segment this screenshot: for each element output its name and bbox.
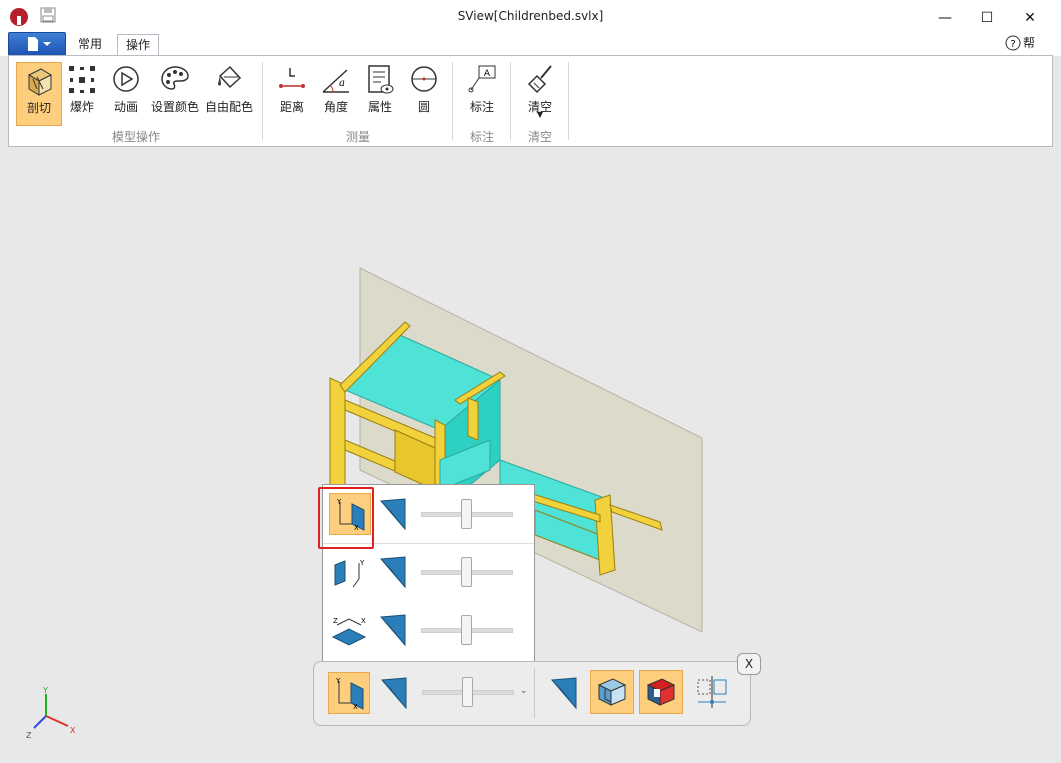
plane-yz-button[interactable]: Y <box>329 553 369 593</box>
set-color-button[interactable]: 设置颜色 <box>150 62 200 124</box>
annotate-button[interactable]: A 标注 <box>464 62 500 124</box>
group-measure: 测量 <box>345 130 370 144</box>
section-box-icon <box>597 678 627 706</box>
plane-yx-slider-thumb[interactable] <box>461 499 472 529</box>
distance-button[interactable]: 距离 <box>274 62 310 124</box>
selection-highlight <box>318 487 374 549</box>
svg-text:A: A <box>484 69 491 79</box>
circle-button[interactable]: 圆 <box>406 62 442 124</box>
plane-select-button[interactable]: YX <box>328 672 370 714</box>
svg-text:X: X <box>361 617 366 625</box>
section-align-button[interactable] <box>694 672 730 715</box>
group-annotate: 标注 <box>469 130 494 144</box>
palette-icon <box>161 66 189 90</box>
wedge-icon <box>379 614 406 647</box>
clear-dropdown-arrow-icon[interactable]: ▼ <box>522 110 558 119</box>
ribbon-tab-bar <box>0 32 1061 56</box>
wedge-icon <box>550 677 577 710</box>
explode-icon <box>69 66 95 93</box>
show-section-button[interactable] <box>590 670 634 714</box>
animate-icon <box>113 66 139 92</box>
plane-yx-icon: YX <box>335 677 364 711</box>
animate-label: 动画 <box>113 100 138 114</box>
svg-text:Y: Y <box>359 559 365 567</box>
circle-icon <box>411 66 437 92</box>
reverse-plane-button[interactable] <box>379 611 409 650</box>
section-button[interactable]: 剖切 <box>16 62 62 126</box>
reverse-plane-button[interactable] <box>379 495 409 534</box>
close-window-button[interactable]: ✕ <box>1015 8 1045 28</box>
group-separator <box>510 62 511 140</box>
circle-label: 圆 <box>417 100 430 114</box>
reverse-plane-button[interactable] <box>380 674 410 713</box>
window-title: SView[Childrenbed.svlx] <box>457 9 604 23</box>
group-clear: 清空 <box>527 130 552 144</box>
svg-text:a: a <box>339 78 345 89</box>
plane-row-yz: Y <box>323 543 534 601</box>
maximize-button[interactable]: ☐ <box>972 8 1002 28</box>
property-label: 属性 <box>367 100 392 114</box>
plane-yz-icon: Y <box>334 559 365 588</box>
minimize-button[interactable]: — <box>930 8 960 28</box>
property-icon <box>368 65 394 94</box>
wedge-icon <box>380 677 407 710</box>
svg-text:X: X <box>353 703 358 711</box>
wedge-icon <box>379 498 406 531</box>
toolbar-slider-thumb[interactable] <box>462 677 473 707</box>
property-button[interactable]: 属性 <box>362 62 398 124</box>
group-model-ops: 模型操作 <box>111 130 160 144</box>
section-toolbar: YX ⌄ <box>313 661 751 726</box>
section-align-icon <box>697 676 727 708</box>
svg-text:Z: Z <box>333 617 338 625</box>
angle-icon: a <box>322 69 349 93</box>
free-color-label: 自由配色 <box>204 100 253 114</box>
annotation-icon: A <box>468 65 496 93</box>
tab-operate[interactable]: 操作 <box>117 34 160 57</box>
cap-face-button[interactable] <box>550 674 580 713</box>
clear-button[interactable]: 清空 ▼ <box>522 62 558 124</box>
file-menu-icon <box>28 37 51 51</box>
plane-yz-slider-thumb[interactable] <box>461 557 472 587</box>
plane-zx-icon: ZX <box>331 617 367 646</box>
axis-z-label: Z <box>26 731 32 740</box>
explode-button[interactable]: 爆炸 <box>64 62 100 124</box>
help-icon: ? <box>1005 35 1021 51</box>
distance-icon <box>279 68 305 88</box>
plane-dropdown-chevron-icon[interactable]: ⌄ <box>520 686 528 696</box>
group-separator <box>262 62 263 140</box>
filled-section-icon <box>646 678 676 706</box>
angle-button[interactable]: a 角度 <box>318 62 354 124</box>
animate-button[interactable]: 动画 <box>108 62 144 124</box>
plane-row-zx: ZX <box>323 601 534 659</box>
tab-common[interactable]: 常用 <box>70 34 110 55</box>
angle-label: 角度 <box>323 100 348 114</box>
toolbar-separator <box>534 668 535 718</box>
broom-icon <box>527 65 552 94</box>
file-menu-button[interactable] <box>8 32 66 56</box>
plane-zx-slider-thumb[interactable] <box>461 615 472 645</box>
set-color-label: 设置颜色 <box>150 100 199 114</box>
svg-text:?: ? <box>1010 39 1015 50</box>
distance-label: 距离 <box>279 100 304 114</box>
wedge-icon <box>379 556 406 589</box>
axis-x-label: X <box>70 726 76 735</box>
annotate-label: 标注 <box>469 100 494 114</box>
svg-text:Y: Y <box>335 677 341 685</box>
axis-triad-icon: Y X Z <box>26 686 76 740</box>
section-icon <box>27 68 53 96</box>
plane-zx-button[interactable]: ZX <box>329 611 369 651</box>
free-color-button[interactable]: 自由配色 <box>204 62 254 124</box>
close-toolbar-button[interactable]: X <box>737 653 761 675</box>
section-label: 剖切 <box>26 101 51 115</box>
paint-bucket-icon <box>218 65 242 89</box>
explode-label: 爆炸 <box>69 100 94 114</box>
fill-section-button[interactable] <box>639 670 683 714</box>
group-separator <box>452 62 453 140</box>
axis-y-label: Y <box>42 686 48 695</box>
group-separator <box>568 62 569 140</box>
reverse-plane-button[interactable] <box>379 553 409 592</box>
